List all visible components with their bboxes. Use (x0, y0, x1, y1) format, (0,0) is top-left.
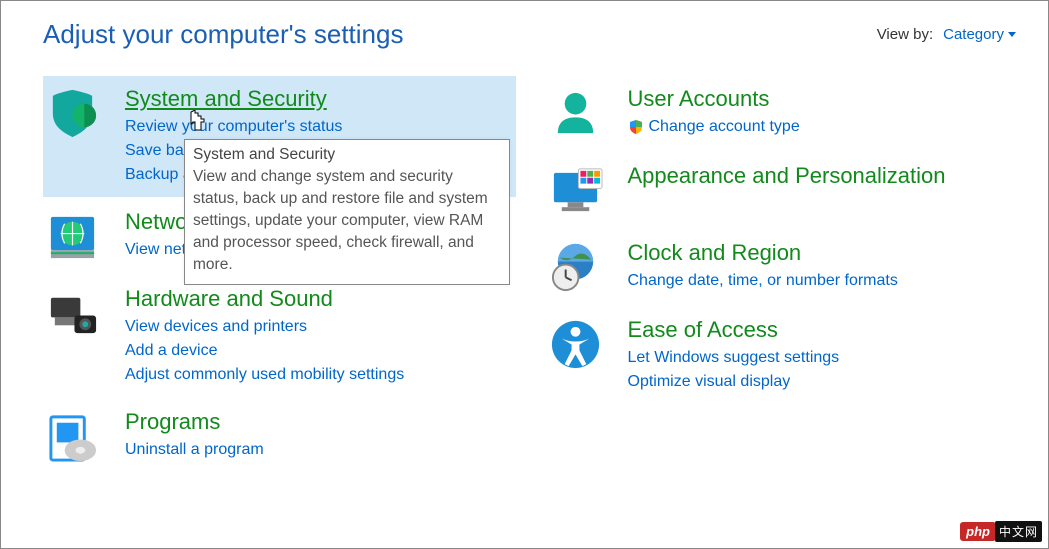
header: Adjust your computer's settings View by:… (1, 1, 1048, 58)
clock-icon (548, 240, 603, 295)
category-prog: Programs Uninstall a program (43, 399, 516, 474)
category-heading-hw[interactable]: Hardware and Sound (125, 286, 333, 312)
category-clock: Clock and Region Change date, time, or nu… (546, 230, 1019, 305)
page-title: Adjust your computer's settings (43, 19, 403, 50)
view-by-value: Category (943, 26, 1004, 43)
sublink[interactable]: Change account type (628, 115, 1017, 139)
sublink[interactable]: Uninstall a program (125, 438, 514, 462)
ease-icon (548, 317, 603, 372)
tooltip-title: System and Security (193, 144, 501, 166)
sublink[interactable]: Review your computer's status (125, 115, 514, 139)
category-heading-clock[interactable]: Clock and Region (628, 240, 802, 266)
sublink[interactable]: Change date, time, or number formats (628, 269, 1017, 293)
uac-shield-icon (628, 119, 644, 135)
tooltip-body: View and change system and security stat… (193, 166, 501, 276)
categories-grid: System and Security Review your computer'… (1, 58, 1048, 476)
chevron-down-icon (1008, 32, 1016, 37)
tooltip: System and Security View and change syst… (184, 139, 510, 285)
hw-icon (45, 286, 100, 341)
category-heading-sys[interactable]: System and Security (125, 86, 327, 112)
category-ease: Ease of Access Let Windows suggest settin… (546, 307, 1019, 404)
watermark: php中文网 (960, 521, 1042, 542)
view-by-label: View by: (877, 26, 933, 43)
sublink[interactable]: Adjust commonly used mobility settings (125, 363, 514, 387)
category-heading-users[interactable]: User Accounts (628, 86, 770, 112)
prog-icon (45, 409, 100, 464)
sublink[interactable]: Optimize visual display (628, 370, 1017, 394)
users-icon (548, 86, 603, 141)
net-icon (45, 209, 100, 264)
view-by-dropdown[interactable]: Category (943, 26, 1016, 43)
sublink[interactable]: View devices and printers (125, 315, 514, 339)
sys-icon (45, 86, 100, 141)
sublink[interactable]: Add a device (125, 339, 514, 363)
appear-icon (548, 163, 603, 218)
category-hw: Hardware and Sound View devices and print… (43, 276, 516, 397)
category-users: User Accounts Change account type (546, 76, 1019, 151)
category-heading-prog[interactable]: Programs (125, 409, 220, 435)
sublink[interactable]: Let Windows suggest settings (628, 346, 1017, 370)
category-heading-ease[interactable]: Ease of Access (628, 317, 778, 343)
view-by-control: View by: Category (877, 26, 1016, 43)
category-heading-appear[interactable]: Appearance and Personalization (628, 163, 946, 189)
category-appear: Appearance and Personalization (546, 153, 1019, 228)
